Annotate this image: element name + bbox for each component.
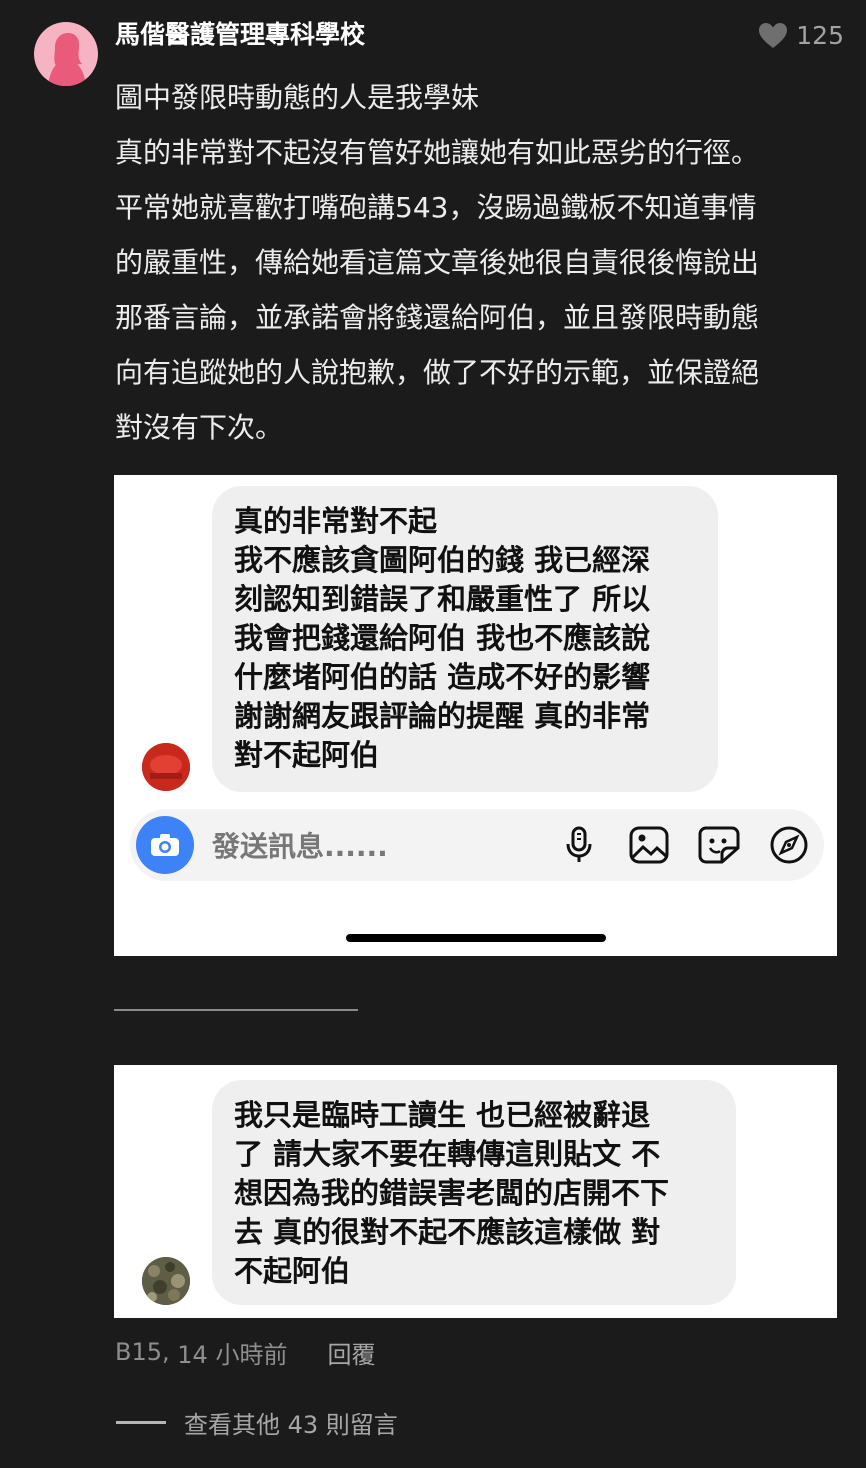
- microphone-button[interactable]: [544, 809, 614, 881]
- compass-icon: [770, 826, 808, 864]
- view-more-replies-label: 查看其他 43 則留言: [184, 1410, 398, 1439]
- heart-icon: [759, 22, 788, 48]
- like-button[interactable]: 125: [758, 18, 844, 52]
- comment-line: 的嚴重性，傳給她看這篇文章後她很自責很後悔說出: [115, 246, 760, 279]
- like-count: 125: [796, 20, 844, 50]
- attached-screenshot-2[interactable]: 我只是臨時工讀生 也已經被辭退 了 請大家不要在轉傳這則貼文 不 想因為我的錯誤…: [114, 1065, 837, 1318]
- camera-icon: [151, 834, 179, 856]
- comment-line: 向有追蹤她的人說抱歉，做了不好的示範，並保證絕: [115, 356, 760, 389]
- person-silhouette-icon: [48, 33, 86, 86]
- camera-button[interactable]: [136, 816, 194, 874]
- dash-icon: [116, 1420, 166, 1424]
- divider: [114, 1009, 358, 1011]
- sender-avatar: [142, 743, 190, 791]
- microphone-icon: [566, 826, 592, 862]
- comment-thread: 馬偕醫護管理專科學校 125 圖中發限時動態的人是我學妹 真的非常對不起沒有管好…: [0, 0, 866, 1468]
- author-avatar[interactable]: [34, 22, 98, 86]
- message-bubble: 我只是臨時工讀生 也已經被辭退 了 請大家不要在轉傳這則貼文 不 想因為我的錯誤…: [212, 1080, 736, 1305]
- sticker-icon: [698, 826, 740, 864]
- comment-line: 對沒有下次。: [115, 411, 284, 444]
- sender-avatar: [142, 1257, 190, 1305]
- comment-meta: B15, 14 小時前 回覆: [115, 1334, 375, 1370]
- comment-line: 平常她就喜歡打嘴砲講543，沒踢過鐵板不知道事情: [115, 191, 757, 224]
- reply-button[interactable]: 回覆: [327, 1335, 375, 1370]
- floor-number: B15: [115, 1338, 163, 1366]
- author-name[interactable]: 馬偕醫護管理專科學校: [115, 18, 365, 52]
- sender-photo: [142, 1257, 190, 1305]
- view-more-replies[interactable]: 查看其他 43 則留言: [116, 1404, 398, 1440]
- message-input[interactable]: 發送訊息......: [212, 825, 544, 865]
- message-composer[interactable]: 發送訊息......: [130, 809, 824, 881]
- comment-time: 14 小時前: [177, 1340, 288, 1369]
- gallery-button[interactable]: [614, 809, 684, 881]
- attached-screenshot-1[interactable]: 真的非常對不起 我不應該貪圖阿伯的錢 我已經深 刻認知到錯誤了和嚴重性了 所以 …: [114, 475, 837, 956]
- comment-line: 那番言論，並承諾會將錢還給阿伯，並且發限時動態: [115, 301, 760, 334]
- comment-line: 圖中發限時動態的人是我學妹: [115, 81, 480, 114]
- image-icon: [629, 826, 669, 864]
- explore-button[interactable]: [754, 809, 824, 881]
- message-bubble: 真的非常對不起 我不應該貪圖阿伯的錢 我已經深 刻認知到錯誤了和嚴重性了 所以 …: [212, 486, 718, 792]
- comment-body: 圖中發限時動態的人是我學妹 真的非常對不起沒有管好她讓她有如此惡劣的行徑。 平常…: [115, 70, 825, 455]
- sticker-button[interactable]: [684, 809, 754, 881]
- comment-line: 真的非常對不起沒有管好她讓她有如此惡劣的行徑。: [115, 136, 760, 169]
- sender-photo: [142, 743, 190, 791]
- home-indicator: [346, 934, 606, 942]
